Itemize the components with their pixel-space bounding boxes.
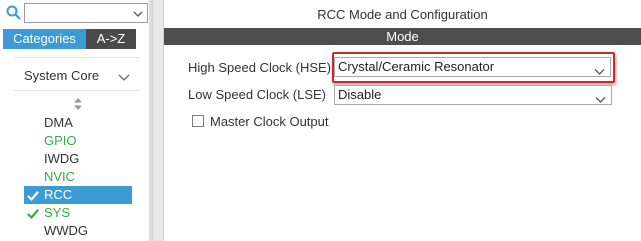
master-clock-output-label: Master Clock Output: [210, 114, 329, 129]
list-item[interactable]: DMA: [24, 114, 132, 132]
tab-a-z[interactable]: A->Z: [86, 29, 136, 49]
chevron-down-icon[interactable]: [118, 70, 130, 81]
list-item[interactable]: IWDG: [24, 150, 132, 168]
search-row: [0, 0, 152, 28]
list-item[interactable]: GPIO: [24, 132, 132, 150]
hse-label: High Speed Clock (HSE): [188, 60, 332, 75]
hse-highlight-box: [332, 52, 615, 83]
list-item-label: SYS: [44, 205, 71, 220]
left-panel: Categories A->Z System Core DMA GPIO IWDG N…: [0, 0, 152, 241]
list-item[interactable]: NVIC: [24, 168, 132, 186]
view-tabs: Categories A->Z: [3, 29, 136, 49]
mode-section-header[interactable]: Mode: [164, 28, 641, 45]
right-panel: RCC Mode and Configuration Mode High Spe…: [164, 0, 641, 241]
master-clock-output-checkbox[interactable]: [192, 115, 204, 127]
list-item[interactable]: SYS: [24, 204, 132, 222]
list-item[interactable]: RCC: [24, 186, 132, 204]
list-item-label: IWDG: [44, 151, 80, 166]
list-item[interactable]: WWDG: [24, 222, 132, 240]
sort-icon[interactable]: [73, 98, 83, 110]
tab-categories[interactable]: Categories: [3, 29, 86, 49]
category-label: System Core: [24, 68, 100, 83]
list-item-label: NVIC: [44, 169, 76, 184]
list-item-label: GPIO: [44, 133, 77, 148]
panel-splitter[interactable]: [152, 0, 164, 241]
lse-select-value: Disable: [338, 87, 382, 102]
lse-label: Low Speed Clock (LSE): [188, 87, 327, 102]
list-item-label: WWDG: [44, 223, 89, 238]
list-item-label: RCC: [44, 187, 73, 202]
search-input[interactable]: [24, 3, 148, 23]
chevron-down-icon[interactable]: [133, 7, 143, 17]
search-icon[interactable]: [5, 4, 23, 22]
page-title: RCC Mode and Configuration: [317, 7, 488, 22]
category-system-core[interactable]: System Core: [14, 58, 140, 91]
divider: [14, 90, 140, 91]
list-item-label: DMA: [44, 115, 73, 130]
peripheral-list: DMA GPIO IWDG NVIC RCC SYS WWDG: [24, 114, 132, 240]
chevron-down-icon[interactable]: [595, 91, 606, 103]
lse-select[interactable]: Disable: [334, 85, 612, 105]
check-icon: [27, 189, 39, 201]
check-icon: [27, 207, 39, 219]
